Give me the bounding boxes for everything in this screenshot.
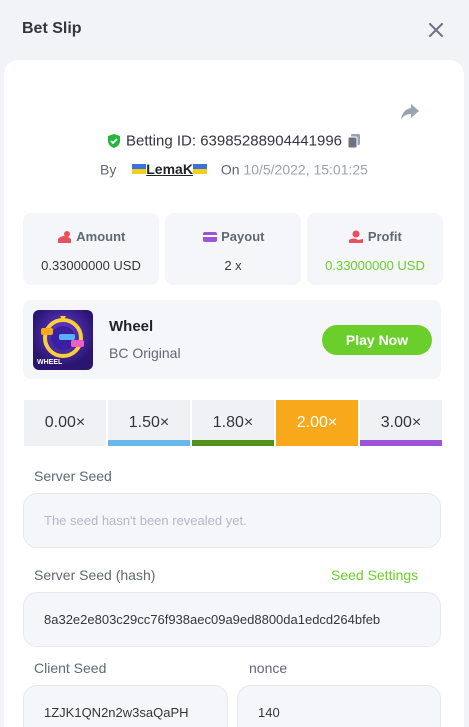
stat-amount-value: 0.33000000 USD (41, 258, 141, 274)
bet-slip-title: Bet Slip (22, 20, 82, 37)
betting-id-row: Betting ID: 63985288904441996 (4, 132, 464, 150)
game-thumbnail-label: WHEEL (37, 359, 63, 366)
nonce-label: nonce (249, 660, 288, 676)
multiplier-label: 0.00× (44, 414, 86, 431)
by-label: By (100, 161, 117, 178)
stat-payout-label: Payout (221, 229, 265, 245)
server-seed-field[interactable]: The seed hasn't been revealed yet. (23, 493, 441, 548)
stat-profit-value: 0.33000000 USD (325, 258, 425, 274)
game-provider: BC Original (109, 345, 181, 361)
multiplier-label: 1.80× (212, 414, 254, 431)
multiplier-3-selected[interactable]: 2.00× (276, 400, 358, 446)
nonce-field[interactable]: 140 (237, 685, 441, 727)
username: LemaK (146, 161, 193, 178)
game-name: Wheel (109, 318, 154, 335)
stat-payout-value: 2 x (224, 258, 242, 274)
betting-id-value: 63985288904441996 (200, 132, 343, 150)
on-label: On (220, 161, 240, 178)
client-seed-field[interactable]: 1ZJK1QN2n2w3saQaPH (23, 685, 228, 727)
game-card: WHEEL Wheel BC Original Play Now (23, 300, 441, 379)
flag-icon (192, 164, 207, 175)
game-thumbnail[interactable]: WHEEL (33, 310, 93, 370)
close-icon (429, 23, 443, 37)
verified-shield-icon (107, 134, 120, 149)
hand-coins-icon (57, 230, 71, 243)
betting-id-label: Betting ID: (125, 132, 197, 150)
stat-profit-label: Profit (367, 229, 402, 245)
server-seed-hash-field[interactable]: 8a32e2e803c29cc76f938aec09a9ed8800da1edc… (23, 592, 441, 647)
server-seed-hash-label: Server Seed (hash) (34, 567, 156, 583)
server-seed-label: Server Seed (34, 468, 112, 484)
bet-author-row: By LemaK On 10/5/2022, 15:01:25 (4, 160, 464, 177)
play-now-button[interactable]: Play Now (322, 325, 432, 355)
multiplier-label: 2.00× (296, 414, 338, 431)
flag-icon (132, 164, 147, 175)
multiplier-color-bar (360, 440, 442, 446)
seed-settings-link[interactable]: Seed Settings (331, 567, 418, 583)
share-icon (401, 104, 419, 120)
multiplier-2[interactable]: 1.80× (192, 400, 274, 446)
share-button[interactable] (398, 100, 422, 124)
multiplier-tabs: 0.00× 1.50× 1.80× 2.00× 3.00× (24, 400, 442, 446)
bet-stats: Amount 0.33000000 USD Payout 2 x Profit (23, 213, 443, 285)
stat-amount: Amount 0.33000000 USD (23, 213, 159, 285)
multiplier-color-bar (192, 440, 274, 446)
multiplier-label: 3.00× (380, 414, 422, 431)
wallet-card-icon (202, 231, 217, 242)
copy-icon[interactable] (346, 133, 362, 149)
multiplier-label: 1.50× (128, 414, 170, 431)
username-link[interactable]: LemaK (132, 161, 207, 177)
bet-date: 10/5/2022, 15:01:25 (243, 161, 368, 178)
stat-payout: Payout 2 x (165, 213, 301, 285)
client-seed-label: Client Seed (34, 660, 107, 676)
multiplier-4[interactable]: 3.00× (360, 400, 442, 446)
bet-slip-header: Bet Slip (0, 0, 469, 60)
bet-details-panel: Betting ID: 63985288904441996 By LemaK O… (4, 60, 464, 727)
profit-hand-icon (349, 230, 364, 243)
multiplier-1[interactable]: 1.50× (108, 400, 190, 446)
close-button[interactable] (424, 18, 448, 42)
multiplier-0[interactable]: 0.00× (24, 400, 106, 446)
stat-profit: Profit 0.33000000 USD (307, 213, 443, 285)
stat-amount-label: Amount (76, 229, 126, 245)
multiplier-color-bar (108, 440, 190, 446)
